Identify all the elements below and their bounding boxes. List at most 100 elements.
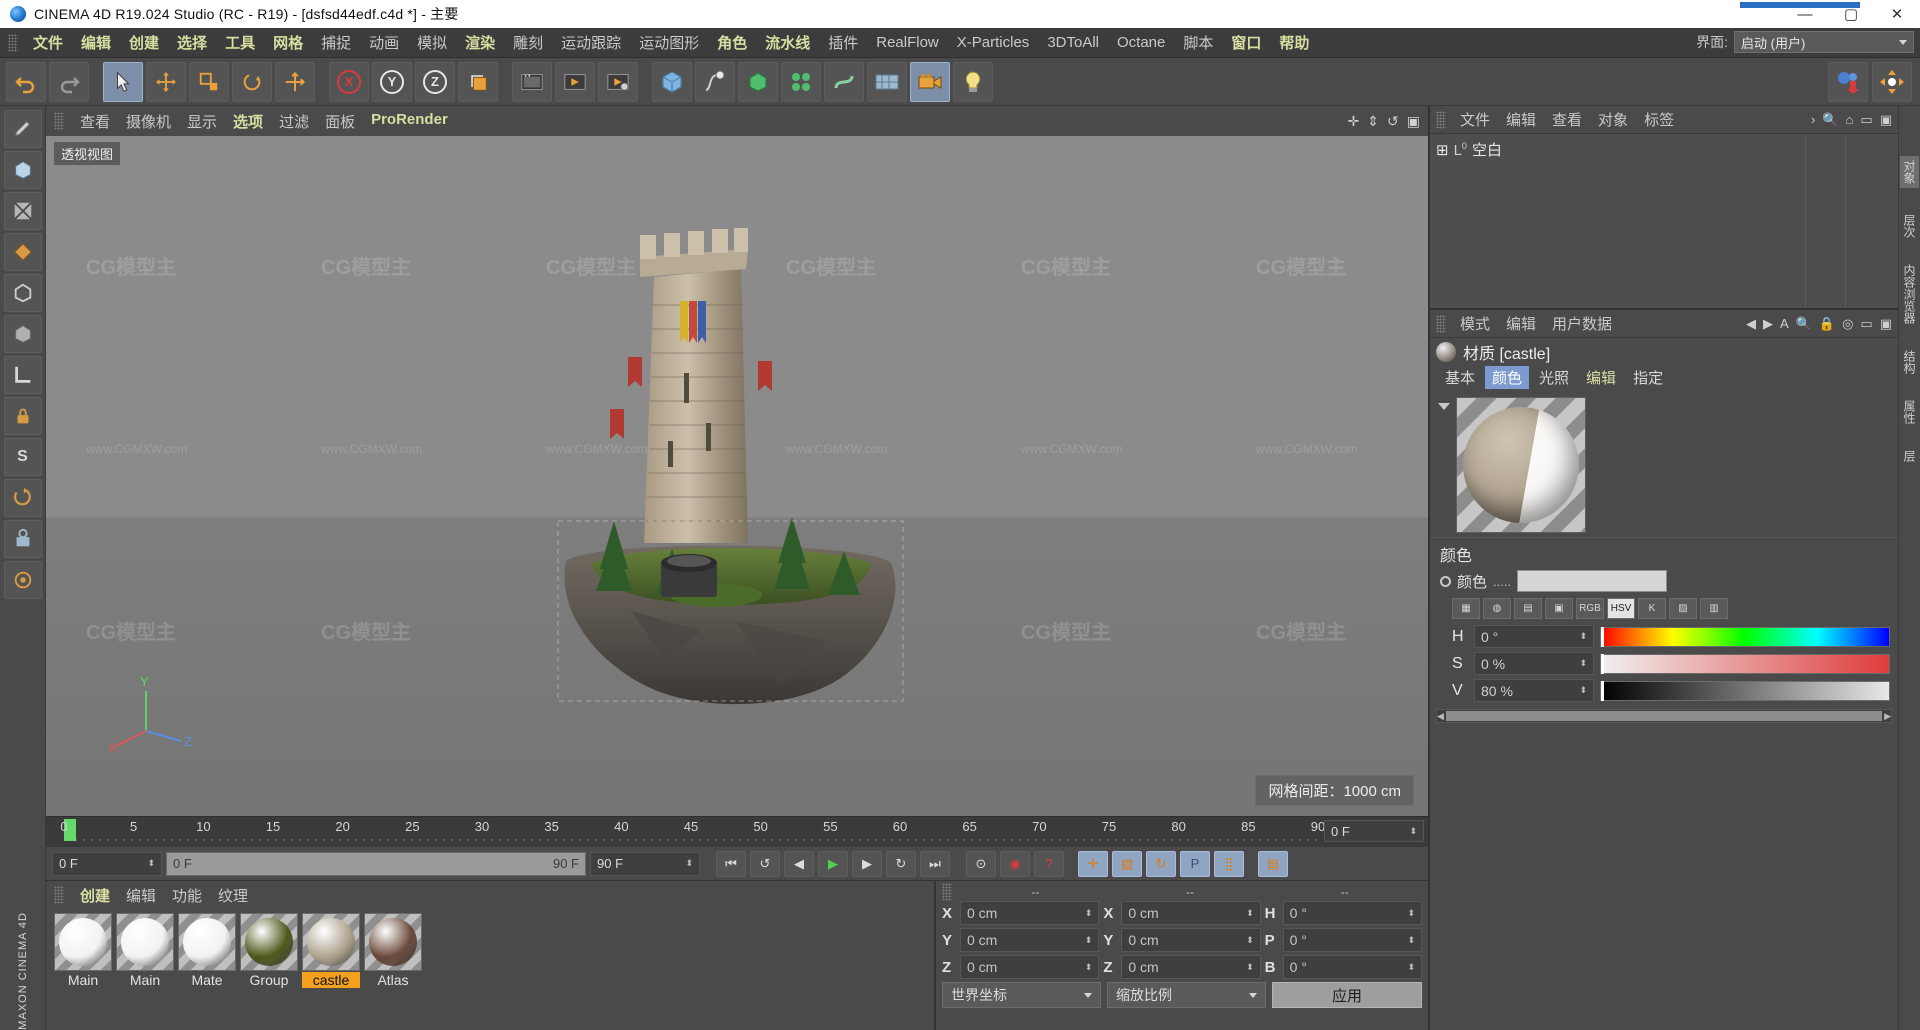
menu-item-9[interactable]: 渲染 bbox=[456, 30, 504, 55]
material-thumbnail[interactable] bbox=[240, 913, 298, 971]
menu-item-21[interactable]: 窗口 bbox=[1222, 30, 1270, 55]
spinner-icon[interactable]: ⬍ bbox=[1246, 935, 1254, 946]
spinner-icon[interactable]: ⬍ bbox=[1579, 658, 1587, 669]
material-thumbnail[interactable] bbox=[364, 913, 422, 971]
kelvin-mode-button[interactable]: K bbox=[1638, 598, 1666, 619]
attribute-tab-3[interactable]: 编辑 bbox=[1579, 366, 1623, 389]
right-tab-4[interactable]: 属性 bbox=[1901, 400, 1918, 424]
menu-item-11[interactable]: 运动跟踪 bbox=[552, 30, 630, 55]
color-wheel-button[interactable]: ◍ bbox=[1483, 598, 1511, 619]
z-axis-lock-button[interactable]: Z bbox=[415, 61, 455, 102]
world-axis-button[interactable] bbox=[275, 61, 315, 102]
step-forward-button[interactable]: ▶ bbox=[852, 850, 882, 877]
material-menu-2[interactable]: 功能 bbox=[164, 884, 210, 907]
object-tree[interactable]: ⊞ L0 空白 bbox=[1430, 134, 1898, 310]
orbit-icon[interactable]: ↺ bbox=[1387, 113, 1399, 130]
filter-icon[interactable]: ⌂ bbox=[1846, 112, 1854, 127]
texture-mode-icon[interactable] bbox=[3, 192, 42, 230]
menu-item-1[interactable]: 编辑 bbox=[72, 30, 120, 55]
menu-item-13[interactable]: 角色 bbox=[708, 30, 756, 55]
spinner-icon[interactable]: ⬍ bbox=[1246, 908, 1254, 919]
pla-key-button[interactable]: ⣿ bbox=[1214, 850, 1244, 877]
viewport-menu-4[interactable]: 过滤 bbox=[271, 110, 317, 133]
close-icon[interactable]: ▣ bbox=[1880, 316, 1892, 332]
maximize-button[interactable]: ▢ bbox=[1828, 0, 1874, 28]
dolly-icon[interactable]: ⇕ bbox=[1367, 113, 1379, 130]
record-keyframe-button[interactable]: ⊙ bbox=[966, 850, 996, 877]
spinner-icon[interactable]: ⬍ bbox=[1579, 685, 1587, 696]
viewport[interactable]: 透视视图 CG模型主 CG模型主 CG模型主 CG模型主 CG模型主 CG模型主… bbox=[46, 136, 1428, 816]
material-item[interactable]: Main bbox=[54, 913, 112, 988]
pan-icon[interactable]: ✛ bbox=[1348, 113, 1360, 130]
material-name[interactable]: Main bbox=[116, 972, 174, 988]
coordinate-field[interactable]: 0 cm ⬍ bbox=[960, 901, 1100, 925]
menu-item-19[interactable]: Octane bbox=[1108, 32, 1174, 53]
end-frame-field[interactable]: 90 F ⬍ bbox=[590, 851, 700, 876]
rgb-mode-button[interactable]: RGB bbox=[1576, 598, 1604, 619]
menu-item-16[interactable]: RealFlow bbox=[867, 32, 948, 53]
expand-plus-icon[interactable]: ⊞ bbox=[1436, 141, 1449, 159]
object-menu-2[interactable]: 查看 bbox=[1544, 108, 1590, 131]
go-to-end-button[interactable]: ⏭ bbox=[920, 850, 950, 877]
param-key-button[interactable]: P bbox=[1180, 850, 1210, 877]
material-preview[interactable] bbox=[1456, 397, 1586, 533]
castle-tower-model[interactable] bbox=[536, 191, 956, 711]
text-icon[interactable]: A bbox=[1780, 316, 1789, 331]
menu-item-20[interactable]: 脚本 bbox=[1174, 30, 1222, 55]
viewport-menu-0[interactable]: 查看 bbox=[72, 110, 118, 133]
coordinate-field[interactable]: 0 cm ⬍ bbox=[1121, 955, 1261, 979]
object-menu-0[interactable]: 文件 bbox=[1452, 108, 1498, 131]
viewport-menu-5[interactable]: 面板 bbox=[317, 110, 363, 133]
play-forwards-button[interactable]: ↻ bbox=[886, 850, 916, 877]
material-thumbnail[interactable] bbox=[54, 913, 112, 971]
color-slider-button[interactable]: ▤ bbox=[1514, 598, 1542, 619]
coordinate-system-select[interactable]: 世界坐标 bbox=[942, 982, 1101, 1008]
scroll-thumb[interactable] bbox=[1445, 711, 1883, 721]
menu-item-8[interactable]: 模拟 bbox=[408, 30, 456, 55]
right-tab-2[interactable]: 内容浏览器 bbox=[1901, 264, 1918, 324]
menu-item-17[interactable]: X-Particles bbox=[948, 32, 1039, 53]
color-radio-icon[interactable] bbox=[1440, 575, 1451, 587]
color-picker-button[interactable]: ▦ bbox=[1452, 598, 1480, 619]
rotation-key-button[interactable]: ↻ bbox=[1146, 850, 1176, 877]
menu-item-6[interactable]: 捕捉 bbox=[312, 30, 360, 55]
material-menu-3[interactable]: 纹理 bbox=[210, 884, 256, 907]
scroll-left-icon[interactable]: ◀ bbox=[1437, 711, 1444, 722]
timeline-ruler[interactable]: 0 5 10 15 20 25 30 35 40 45 50 55 60 65 70 75 80 85 90 0 F… bbox=[46, 816, 1428, 846]
lock-axis-icon[interactable] bbox=[3, 397, 42, 435]
camera-button[interactable] bbox=[910, 61, 950, 102]
minimize-icon[interactable]: ▭ bbox=[1860, 316, 1872, 332]
material-item[interactable]: Group bbox=[240, 913, 298, 988]
timeline-frame-field[interactable]: 0 F ⬍ bbox=[1324, 820, 1424, 842]
spinner-icon[interactable]: ⬍ bbox=[1407, 908, 1415, 919]
make-editable-icon[interactable] bbox=[3, 110, 42, 148]
right-tab-0[interactable]: 对象 bbox=[1900, 156, 1919, 188]
right-tab-3[interactable]: 结构 bbox=[1901, 350, 1918, 374]
search-icon[interactable]: 🔍 bbox=[1822, 112, 1838, 128]
hsv-field[interactable]: 0 ° ⬍ bbox=[1474, 625, 1594, 648]
object-row-blank[interactable]: ⊞ L0 空白 bbox=[1430, 134, 1898, 165]
render-region-button[interactable] bbox=[555, 61, 595, 102]
hsv-slider-handle[interactable] bbox=[1601, 653, 1604, 674]
preview-range-slider[interactable]: 0 F 90 F bbox=[166, 851, 586, 876]
menu-item-3[interactable]: 选择 bbox=[168, 30, 216, 55]
menu-item-0[interactable]: 文件 bbox=[24, 30, 72, 55]
texture-lock-icon[interactable] bbox=[3, 561, 42, 599]
spline-pen-button[interactable] bbox=[695, 61, 735, 102]
minimize-icon[interactable]: ▭ bbox=[1860, 112, 1872, 128]
object-menu-4[interactable]: 标签 bbox=[1636, 108, 1682, 131]
spinner-icon[interactable]: ⬍ bbox=[1579, 631, 1587, 642]
material-thumbnail[interactable] bbox=[178, 913, 236, 971]
spinner-icon[interactable]: ⬍ bbox=[1246, 962, 1254, 973]
material-thumbnail[interactable] bbox=[116, 913, 174, 971]
point-mode-icon[interactable] bbox=[3, 233, 42, 271]
redo-button[interactable] bbox=[49, 61, 89, 102]
close-layout-button[interactable] bbox=[1872, 61, 1912, 102]
viewport-menu-1[interactable]: 摄像机 bbox=[118, 110, 179, 133]
coordinate-field[interactable]: 0 cm ⬍ bbox=[960, 928, 1100, 952]
material-grip-icon[interactable] bbox=[54, 886, 64, 904]
material-item[interactable]: Mate bbox=[178, 913, 236, 988]
live-selection-button[interactable] bbox=[103, 61, 143, 102]
scale-mode-select[interactable]: 缩放比例 bbox=[1107, 982, 1266, 1008]
mograph-button[interactable] bbox=[781, 61, 821, 102]
